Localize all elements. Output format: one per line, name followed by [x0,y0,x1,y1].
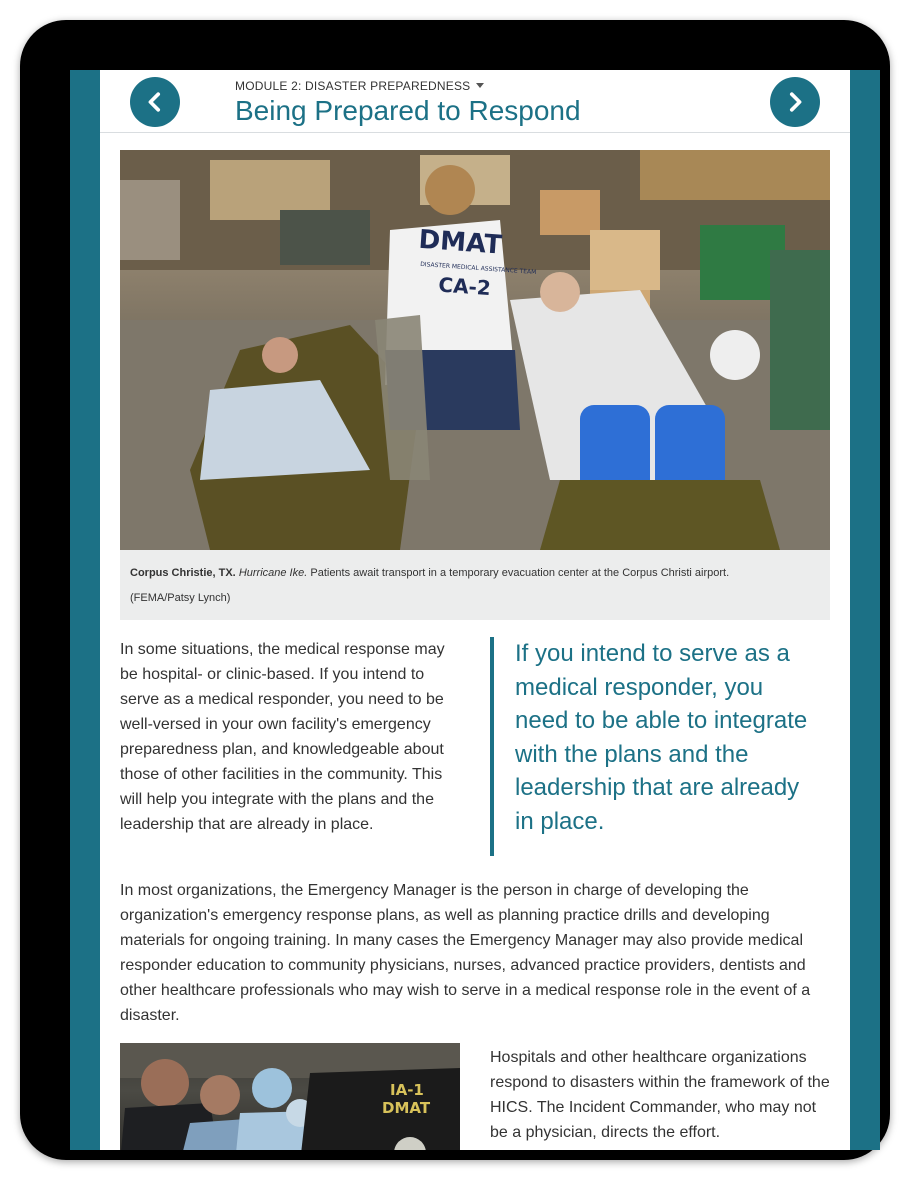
pull-quote: If you intend to serve as a medical resp… [490,637,815,856]
vest-dmat-text: DMAT [418,225,503,261]
previous-page-button[interactable] [130,77,180,127]
module-header: MODULE 2: DISASTER PREPAREDNESS Being Pr… [100,70,850,133]
next-page-button[interactable] [770,77,820,127]
caption-location: Corpus Christie, TX. [130,567,236,579]
caret-down-icon [476,83,485,88]
figure: DMAT DISASTER MEDICAL ASSISTANCE TEAM CA… [120,150,830,620]
module-selector[interactable]: MODULE 2: DISASTER PREPAREDNESS [235,79,485,93]
photo-dmat-evacuation-center: DMAT DISASTER MEDICAL ASSISTANCE TEAM CA… [120,150,830,550]
tablet-frame: MODULE 2: DISASTER PREPAREDNESS Being Pr… [20,20,890,1160]
figure-caption: Corpus Christie, TX. Hurricane Ike. Pati… [120,550,830,620]
page-content: MODULE 2: DISASTER PREPAREDNESS Being Pr… [100,70,850,1150]
caption-event: Hurricane Ike. [238,567,308,579]
photo2-text-line1: IA-1 [390,1081,424,1099]
paragraph-1: In some situations, the medical response… [120,641,445,833]
photo2-illustration: IA-1 DMAT [120,1043,460,1150]
photo2-text-line2: DMAT [382,1099,431,1117]
chevron-right-icon [789,92,802,112]
photo-illustration: DMAT DISASTER MEDICAL ASSISTANCE TEAM CA… [120,150,830,550]
module-label: MODULE 2: DISASTER PREPAREDNESS [235,79,471,93]
paragraph-3: Hospitals and other healthcare organizat… [490,1049,830,1141]
chevron-left-icon [148,92,161,112]
caption-text: Patients await transport in a temporary … [310,567,730,579]
vest-id-text: CA-2 [438,273,492,301]
page-title: Being Prepared to Respond [235,95,581,126]
caption-credit: (FEMA/Patsy Lynch) [130,592,231,604]
paragraph-2: In most organizations, the Emergency Man… [120,882,811,1024]
photo-dmat-surgery-team: IA-1 DMAT [120,1043,460,1150]
screen: MODULE 2: DISASTER PREPAREDNESS Being Pr… [70,70,880,1150]
